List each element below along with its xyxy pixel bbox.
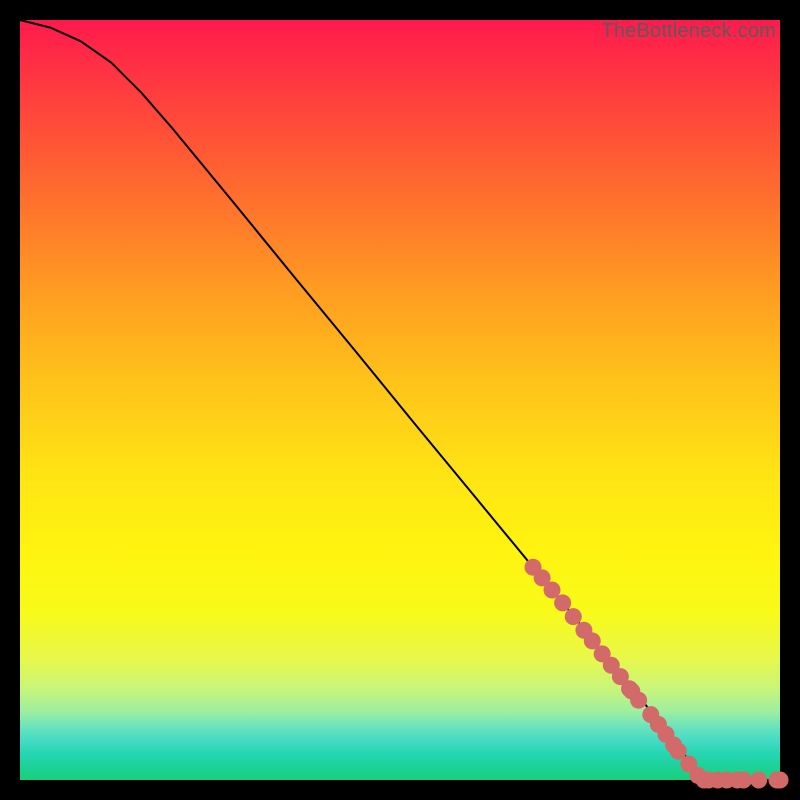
data-point: [772, 772, 789, 789]
data-point: [750, 772, 767, 789]
data-point: [735, 772, 752, 789]
chart-stage: TheBottleneck.com: [0, 0, 800, 800]
bottleneck-curve: [20, 20, 780, 780]
scatter-points: [525, 559, 789, 789]
data-point: [630, 692, 647, 709]
plot-area: TheBottleneck.com: [20, 20, 780, 780]
data-point: [565, 608, 582, 625]
chart-overlay: [20, 20, 780, 780]
data-point: [554, 594, 571, 611]
